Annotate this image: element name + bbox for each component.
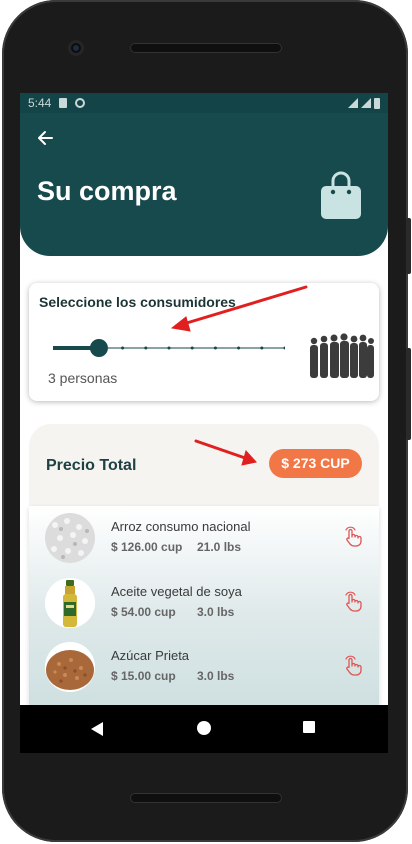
status-bar: 5:44 — [20, 93, 388, 113]
product-price: $ 54.00 cup — [111, 605, 176, 619]
total-price-badge: $ 273 CUP — [269, 449, 362, 478]
total-label: Precio Total — [46, 457, 137, 474]
consumers-count: 3 personas — [48, 370, 118, 386]
wifi-icon — [348, 98, 358, 108]
nav-home-icon[interactable] — [197, 721, 211, 735]
top-speaker — [130, 43, 282, 53]
slider-tick — [144, 346, 148, 350]
slider-tick — [190, 346, 194, 350]
header: Su compra — [20, 113, 388, 256]
shopping-bag-icon — [321, 171, 361, 219]
product-name: Aceite vegetal de soya — [111, 584, 242, 599]
brown-sugar-thumbnail — [45, 642, 95, 692]
people-silhouettes-icon — [310, 333, 374, 378]
list-item: Arroz consumo nacional $ 126.00 cup 21.0… — [29, 506, 379, 566]
nav-back-icon[interactable] — [91, 722, 103, 736]
oil-bottle-thumbnail — [45, 578, 95, 628]
product-weight: 3.0 lbs — [197, 669, 235, 683]
hand-tap-icon[interactable] — [343, 591, 365, 613]
front-camera — [68, 40, 84, 56]
product-list: Arroz consumo nacional $ 126.00 cup 21.0… — [29, 506, 379, 705]
slider-tick — [74, 346, 78, 350]
consumers-label: Seleccione los consumidores — [39, 294, 236, 310]
arrow-left-icon[interactable] — [36, 129, 54, 147]
volume-button — [406, 218, 411, 274]
consumers-slider[interactable] — [53, 338, 285, 358]
product-name: Azúcar Prieta — [111, 648, 190, 663]
rice-thumbnail — [45, 513, 95, 563]
sd-card-icon — [59, 98, 68, 108]
hand-tap-icon[interactable] — [343, 655, 365, 677]
battery-icon — [374, 97, 380, 109]
power-button — [406, 348, 411, 440]
product-name: Arroz consumo nacional — [111, 519, 251, 534]
list-item: Aceite vegetal de soya $ 54.00 cup 3.0 l… — [29, 571, 379, 631]
bottom-speaker — [130, 793, 282, 803]
status-time: 5:44 — [28, 96, 52, 110]
slider-tick — [237, 346, 241, 350]
product-price: $ 15.00 cup — [111, 669, 176, 683]
slider-tick — [260, 346, 264, 350]
product-weight: 3.0 lbs — [197, 605, 235, 619]
system-nav-bar — [20, 705, 388, 753]
slider-tick — [283, 346, 285, 350]
page-title: Su compra — [37, 176, 177, 206]
app-screen: 5:44 Su compra Seleccione los consumidor… — [20, 93, 388, 705]
total-card: Precio Total $ 273 CUP Arroz consumo nac… — [29, 424, 379, 705]
slider-tick — [121, 346, 125, 350]
slider-tick — [213, 346, 217, 350]
hand-tap-icon[interactable] — [343, 526, 365, 548]
sync-icon — [75, 98, 86, 108]
slider-thumb[interactable] — [89, 339, 108, 357]
consumers-card: Seleccione los consumidores 3 personas — [29, 283, 379, 401]
nav-recents-icon[interactable] — [303, 721, 315, 733]
product-weight: 21.0 lbs — [197, 540, 242, 554]
product-price: $ 126.00 cup — [111, 540, 183, 554]
status-right — [348, 97, 380, 109]
signal-icon — [361, 98, 371, 108]
list-item: Azúcar Prieta $ 15.00 cup 3.0 lbs — [29, 635, 379, 695]
slider-tick — [167, 346, 171, 350]
